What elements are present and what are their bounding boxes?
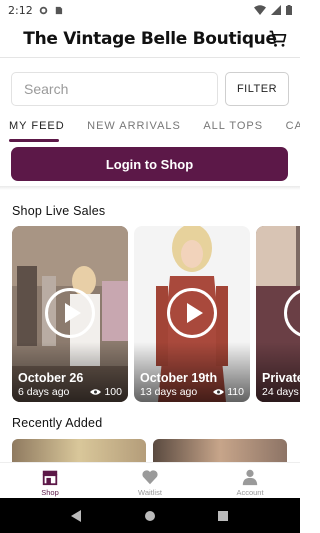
eye-icon bbox=[90, 389, 102, 395]
live-sale-date: Private bbox=[262, 371, 300, 385]
live-sale-age: 24 days bbox=[262, 386, 299, 398]
system-nav-bar bbox=[0, 498, 300, 533]
eye-icon bbox=[213, 389, 225, 395]
divider bbox=[0, 186, 300, 190]
search-row: FILTER bbox=[11, 72, 289, 106]
view-count-value: 100 bbox=[104, 386, 122, 398]
search-input[interactable] bbox=[11, 72, 218, 106]
status-time: 2:12 bbox=[8, 3, 33, 17]
tab-cardigans[interactable]: CARDIGANS bbox=[277, 116, 300, 140]
nav-label: Account bbox=[236, 488, 264, 497]
view-count: 100 bbox=[90, 386, 122, 398]
live-sale-date: October 26 bbox=[18, 371, 84, 385]
store-icon bbox=[42, 470, 58, 486]
status-bar: 2:12 bbox=[0, 0, 300, 20]
category-tabs: MY FEED NEW ARRIVALS ALL TOPS CARDIGANS bbox=[0, 116, 300, 140]
play-icon[interactable] bbox=[167, 288, 217, 338]
live-sales-carousel[interactable]: October 26 6 days ago 100 October 19th 1… bbox=[12, 226, 300, 402]
battery-icon bbox=[286, 5, 292, 15]
view-count: 110 bbox=[213, 386, 244, 398]
bottom-nav: Shop Waitlist Account bbox=[0, 462, 300, 498]
live-sales-title: Shop Live Sales bbox=[12, 204, 106, 218]
view-count-value: 110 bbox=[227, 386, 244, 398]
app-header: The Vintage Belle Boutique bbox=[0, 20, 300, 58]
recents-icon[interactable] bbox=[217, 510, 229, 522]
nav-label: Shop bbox=[41, 488, 59, 497]
tab-all-tops[interactable]: ALL TOPS bbox=[194, 116, 272, 140]
page-title: The Vintage Belle Boutique bbox=[23, 28, 277, 49]
signal-icon bbox=[271, 5, 281, 15]
heart-icon bbox=[142, 470, 158, 485]
nav-account[interactable]: Account bbox=[200, 463, 300, 498]
login-to-shop-button[interactable]: Login to Shop bbox=[11, 147, 288, 181]
wifi-icon bbox=[254, 5, 266, 15]
person-icon bbox=[242, 469, 258, 486]
home-icon[interactable] bbox=[144, 510, 156, 522]
tab-my-feed[interactable]: MY FEED bbox=[0, 116, 74, 140]
back-icon[interactable] bbox=[70, 509, 83, 522]
cart-icon[interactable] bbox=[268, 29, 288, 49]
live-sale-date: October 19th bbox=[140, 371, 218, 385]
nav-shop[interactable]: Shop bbox=[0, 463, 100, 498]
sd-card-icon bbox=[55, 6, 62, 14]
play-icon[interactable] bbox=[45, 288, 95, 338]
live-sale-age: 6 days ago bbox=[18, 386, 70, 398]
tab-new-arrivals[interactable]: NEW ARRIVALS bbox=[78, 116, 190, 140]
live-sale-card[interactable]: Private 24 days bbox=[256, 226, 300, 402]
active-tab-indicator bbox=[9, 139, 59, 142]
nav-label: Waitlist bbox=[138, 488, 162, 497]
nav-waitlist[interactable]: Waitlist bbox=[100, 463, 200, 498]
live-sale-age: 13 days ago bbox=[140, 386, 198, 398]
recently-added-title: Recently Added bbox=[12, 416, 103, 430]
live-sale-card[interactable]: October 26 6 days ago 100 bbox=[12, 226, 128, 402]
settings-icon bbox=[39, 6, 47, 14]
live-sale-card[interactable]: October 19th 13 days ago 110 bbox=[134, 226, 250, 402]
filter-button[interactable]: FILTER bbox=[225, 72, 289, 106]
